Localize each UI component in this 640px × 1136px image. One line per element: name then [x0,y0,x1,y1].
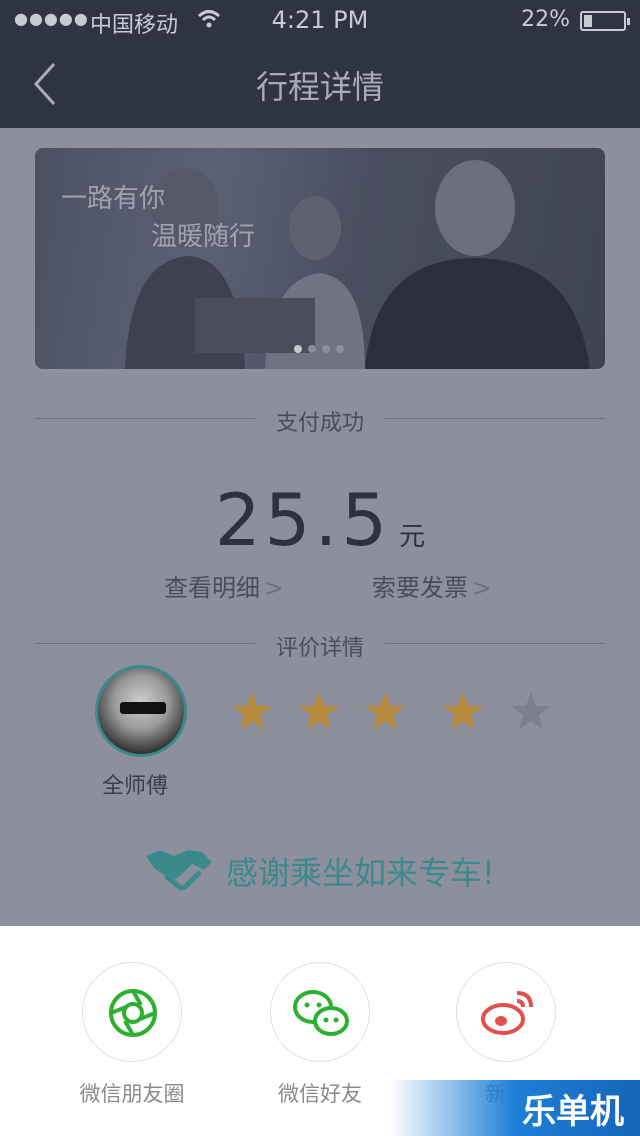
fare-amount: 25.5 元 [0,478,640,562]
chevron-right-icon: > [472,574,493,602]
share-moments-label: 微信朋友圈 [79,1082,185,1106]
page-title: 行程详情 [255,68,384,106]
avatar-photo [120,702,166,714]
share-wechat-button[interactable] [270,962,370,1062]
carousel-dot[interactable] [336,345,344,353]
banner-text-line1: 一路有你 [61,184,166,214]
share-moments-button[interactable] [82,962,182,1062]
star-icon [443,692,483,730]
thanks-text: 感谢乘坐如来专车! [226,854,495,892]
wechat-icon [293,990,349,1036]
view-details-label: 查看明细 [164,574,260,602]
handshake-icon [146,850,212,891]
nav-bar: 行程详情 [0,40,640,128]
request-invoice-label: 索要发票 [372,574,468,602]
chevron-right-icon: > [264,574,285,602]
request-invoice-link[interactable]: 索要发票 > [372,568,492,603]
star-empty-icon [511,692,551,730]
divider [385,643,605,644]
driver-name: 全师傅 [101,774,168,799]
fare-unit: 元 [399,522,426,552]
promo-banner[interactable]: 一路有你 温暖随行 [35,148,605,369]
star-icon [365,692,405,730]
driver-avatar [95,665,187,757]
thanks-message: 感谢乘坐如来专车! [144,842,495,894]
view-details-link[interactable]: 查看明细 > [164,568,284,603]
fare-value: 25.5 [214,478,392,562]
watermark-text: 乐单机 [522,1092,624,1132]
rating-section-header: 评价详情 [35,628,605,661]
star-icon [232,692,272,730]
payment-section-header: 支付成功 [35,403,605,436]
weibo-icon [481,991,533,1035]
carousel-dot[interactable] [322,345,330,353]
share-wechat-label: 微信好友 [278,1082,362,1106]
battery-percentage: 22% [521,7,570,32]
payment-section-title: 支付成功 [275,411,364,436]
status-bar: ●●●●● 中国移动 4:21 PM 22% [0,0,640,40]
carousel-dot[interactable] [308,345,316,353]
share-weibo-button[interactable] [456,962,556,1062]
rating-section-title: 评价详情 [275,636,364,661]
divider [385,418,605,419]
star-icon [299,692,339,730]
carousel-dot[interactable] [294,345,302,353]
banner-text-line2: 温暖随行 [151,222,256,252]
carousel-indicator [294,345,344,353]
watermark: 乐单机 [390,1080,640,1136]
wechat-moments-icon [109,989,157,1037]
battery-icon [580,11,630,31]
